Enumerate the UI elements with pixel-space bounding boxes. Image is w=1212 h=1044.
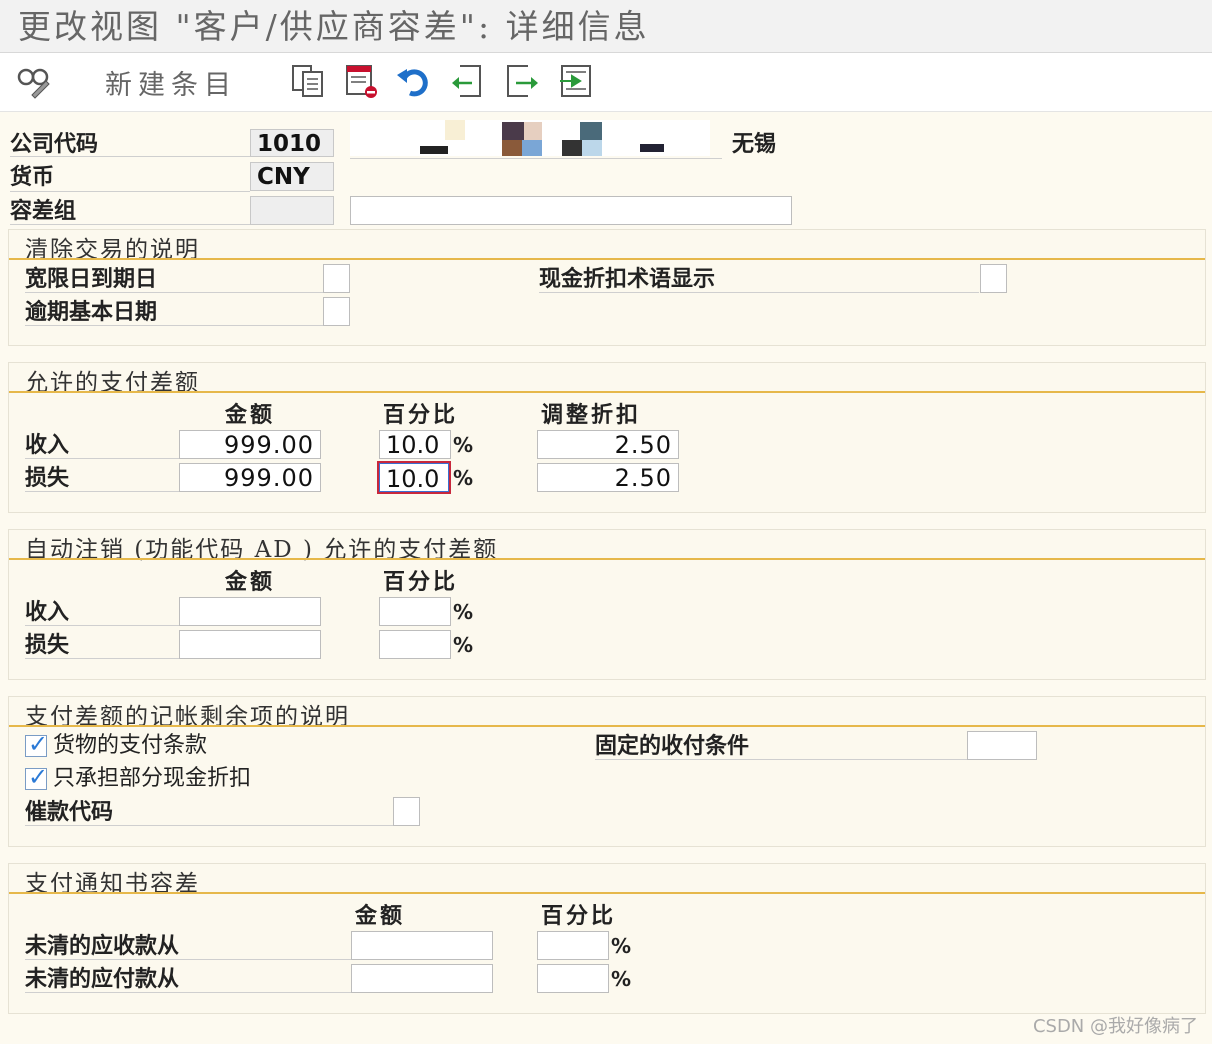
- new-entry-button[interactable]: 新建条目: [105, 63, 237, 102]
- next-entry-icon[interactable]: [504, 63, 540, 99]
- posting-residual-group: 支付差额的记帐剩余项的说明 ✓ 货物的支付条款 ✓ 只承担部分现金折扣 催款代码…: [8, 696, 1206, 847]
- loss-label: 损失: [25, 630, 179, 659]
- tolerance-group-field[interactable]: [250, 196, 334, 225]
- percent-sign: %: [453, 600, 474, 624]
- gain-label: 收入: [25, 430, 179, 459]
- arrears-base-date-field[interactable]: [323, 297, 350, 326]
- auto-writeoff-group: 自动注销 (功能代码 AD ) 允许的支付差额 金额 百分比 收入 % 损失 %: [8, 529, 1206, 680]
- delete-icon[interactable]: [344, 63, 380, 99]
- percent-sign: %: [611, 967, 632, 991]
- writeoff-gain-percent-field[interactable]: [379, 597, 451, 626]
- grace-days-field[interactable]: [323, 264, 350, 293]
- fixed-terms-label: 固定的收付条件: [595, 731, 967, 760]
- glasses-pencil-icon[interactable]: [16, 63, 52, 99]
- cash-discount-terms-field[interactable]: [980, 264, 1007, 293]
- dunning-key-label: 催款代码: [25, 797, 393, 826]
- toolbar: 新建条目: [0, 53, 1212, 112]
- open-receivables-label: 未清的应收款从: [25, 931, 351, 960]
- loss-label: 损失: [25, 463, 179, 492]
- amount-column-header: 金额: [355, 903, 406, 929]
- clearing-group: 清除交易的说明 宽限日到期日 现金折扣术语显示 逾期基本日期: [8, 229, 1206, 346]
- percent-column-header: 百分比: [383, 569, 459, 595]
- writeoff-loss-amount-field[interactable]: [179, 630, 321, 659]
- writeoff-gain-amount-field[interactable]: [179, 597, 321, 626]
- gain-adjust-field[interactable]: 2.50: [537, 430, 679, 459]
- percent-sign: %: [453, 633, 474, 657]
- gain-amount-field[interactable]: 999.00: [179, 430, 321, 459]
- company-code-field[interactable]: 1010: [250, 129, 334, 157]
- group-divider: [9, 725, 1205, 727]
- gain-label: 收入: [25, 597, 179, 626]
- payables-percent-field[interactable]: [537, 964, 609, 993]
- previous-entry-icon[interactable]: [450, 63, 486, 99]
- percent-sign: %: [453, 466, 474, 490]
- partial-discount-label: 只承担部分现金折扣: [53, 766, 252, 791]
- dunning-key-field[interactable]: [393, 797, 420, 826]
- loss-amount-field[interactable]: 999.00: [179, 463, 321, 492]
- percent-column-header: 百分比: [541, 903, 617, 929]
- window-title: 更改视图 "客户/供应商容差": 详细信息: [18, 7, 650, 46]
- cash-discount-terms-label: 现金折扣术语显示: [539, 264, 979, 293]
- tolerance-group-description-field[interactable]: [350, 196, 792, 225]
- arrears-base-date-label: 逾期基本日期: [25, 297, 323, 326]
- grace-days-label: 宽限日到期日: [25, 264, 323, 293]
- percent-column-header: 百分比: [383, 402, 459, 428]
- amount-column-header: 金额: [225, 402, 276, 428]
- title-bar: 更改视图 "客户/供应商容差": 详细信息: [0, 0, 1212, 53]
- company-name-suffix: 无锡: [732, 131, 777, 157]
- loss-percent-field[interactable]: 10.0: [377, 461, 451, 494]
- adjust-discount-column-header: 调整折扣: [541, 402, 642, 428]
- payables-amount-field[interactable]: [351, 964, 493, 993]
- fixed-terms-field[interactable]: [967, 731, 1037, 760]
- copy-icon[interactable]: [290, 63, 326, 99]
- percent-sign: %: [453, 433, 474, 457]
- payment-terms-checkbox[interactable]: ✓: [25, 730, 48, 758]
- currency-field[interactable]: CNY: [250, 162, 334, 191]
- check-icon: ✓: [28, 730, 49, 758]
- group-divider: [9, 558, 1205, 560]
- partial-discount-checkbox[interactable]: ✓: [25, 763, 48, 791]
- open-payables-label: 未清的应付款从: [25, 964, 351, 993]
- writeoff-loss-percent-field[interactable]: [379, 630, 451, 659]
- permitted-differences-group: 允许的支付差额 金额 百分比 调整折扣 收入 999.00 10.0 % 2.5…: [8, 362, 1206, 513]
- company-name-redacted: [350, 118, 722, 159]
- gain-percent-field[interactable]: 10.0: [379, 430, 451, 459]
- select-all-icon[interactable]: [558, 63, 594, 99]
- undo-icon[interactable]: [396, 63, 432, 99]
- payment-advice-group: 支付通知书容差 金额 百分比 未清的应收款从 % 未清的应付款从 %: [8, 863, 1206, 1014]
- group-divider: [9, 258, 1205, 260]
- amount-column-header: 金额: [225, 569, 276, 595]
- company-code-label: 公司代码: [10, 129, 250, 157]
- payment-terms-label: 货物的支付条款: [53, 733, 208, 758]
- loss-adjust-field[interactable]: 2.50: [537, 463, 679, 492]
- currency-label: 货币: [10, 162, 250, 192]
- tolerance-group-label: 容差组: [10, 196, 250, 225]
- receivables-amount-field[interactable]: [351, 931, 493, 960]
- receivables-percent-field[interactable]: [537, 931, 609, 960]
- group-divider: [9, 892, 1205, 894]
- percent-sign: %: [611, 934, 632, 958]
- group-divider: [9, 391, 1205, 393]
- check-icon: ✓: [28, 763, 49, 791]
- watermark: CSDN @我好像病了: [1032, 1016, 1198, 1037]
